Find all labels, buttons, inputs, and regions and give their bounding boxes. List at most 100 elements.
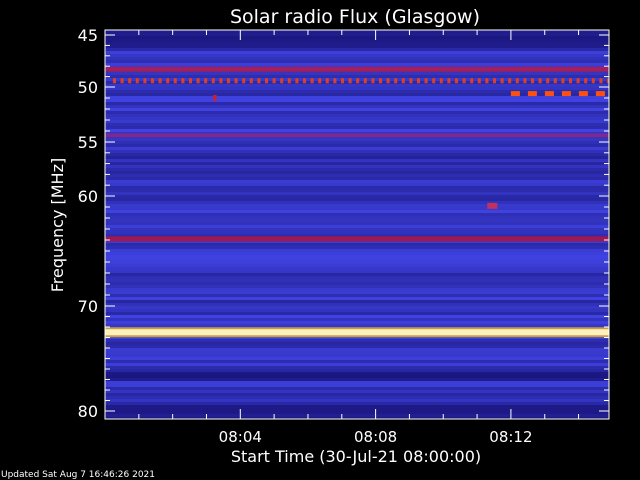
spectrogram-chart: Solar radio Flux (Glasgow) 08:04 08:08 08:… — [48, 6, 610, 466]
spectrogram-row — [105, 225, 609, 228]
spectrogram-row — [105, 294, 609, 297]
spectrogram-row — [105, 399, 609, 402]
spectrogram-row — [105, 126, 609, 129]
spectrogram-row — [105, 303, 609, 306]
spectrogram-row — [105, 210, 609, 213]
emission-pulse — [318, 78, 322, 84]
emission-pulse — [128, 78, 132, 84]
spectrogram-row — [105, 348, 609, 351]
spectrogram-row — [105, 273, 609, 276]
spectrogram-row — [105, 282, 609, 285]
spectrogram-row — [105, 351, 609, 354]
spectrogram-row — [105, 408, 609, 411]
spectrogram-row — [105, 39, 609, 42]
emission-pulse — [113, 78, 116, 84]
emission-pulse — [401, 78, 405, 84]
emission-pulse — [227, 78, 230, 84]
spectrogram-row — [105, 267, 609, 270]
emission-pulse — [310, 78, 314, 84]
spectrogram-row — [105, 120, 609, 123]
spectrogram-row — [105, 369, 609, 372]
emission-pulse — [515, 78, 519, 84]
spectrogram-row — [105, 297, 609, 300]
spectrogram-row — [105, 33, 609, 36]
spectrogram-row — [105, 318, 609, 321]
burst-mark — [578, 91, 588, 97]
updated-timestamp: Updated Sat Aug 7 16:46:26 2021 — [1, 470, 155, 480]
emission-pulse — [257, 78, 261, 84]
spectrogram-row — [105, 186, 609, 189]
spectrogram-row — [105, 222, 609, 225]
emission-pulse — [462, 78, 466, 84]
spectrogram-row — [105, 264, 609, 267]
spectrogram-row — [105, 279, 609, 282]
spectrogram-row — [105, 390, 609, 393]
spectrogram-row — [105, 168, 609, 171]
spectrogram-row — [105, 381, 609, 384]
x-axis-label: Start Time (30-Jul-21 08:00:00) — [231, 447, 481, 466]
emission-pulse — [356, 78, 360, 84]
spectrogram-row — [105, 243, 609, 246]
spectrogram-row — [105, 36, 609, 39]
spectrogram-row — [105, 396, 609, 399]
chart-title: Solar radio Flux (Glasgow) — [230, 6, 480, 28]
emission-pulse — [546, 78, 550, 84]
emission-band — [105, 66, 609, 72]
spectrogram-row — [105, 198, 609, 201]
emission-pulse — [211, 78, 215, 84]
spectrogram-row — [105, 342, 609, 345]
spectrogram-row — [105, 183, 609, 186]
spectrogram-row — [105, 366, 609, 369]
emission-pulse — [287, 78, 291, 84]
spectrogram-row — [105, 195, 609, 198]
spectrogram-row — [105, 258, 609, 261]
emission-pulse — [348, 78, 352, 84]
emission-pulse — [219, 78, 223, 84]
emission-pulse — [166, 78, 170, 84]
emission-pulse — [295, 78, 299, 84]
spectrogram-row — [105, 411, 609, 414]
spectrogram-row — [105, 207, 609, 210]
spectrogram-row — [105, 384, 609, 387]
spectrogram-row — [105, 54, 609, 57]
spectrogram-row — [105, 174, 609, 177]
spectrogram-row — [105, 156, 609, 159]
burst-mark — [527, 91, 537, 97]
spectrogram-row — [105, 249, 609, 252]
spectrogram-row — [105, 96, 609, 99]
emission-pulse — [417, 78, 420, 84]
spectrogram-row — [105, 300, 609, 303]
spectrogram-row — [105, 312, 609, 315]
spectrogram-row — [105, 315, 609, 318]
spectrogram-row — [105, 72, 609, 75]
emission-pulse — [272, 78, 276, 84]
emission-pulse — [409, 78, 413, 84]
y-axis-label: Frequency [MHz] — [48, 158, 67, 292]
spectrogram-row — [105, 363, 609, 366]
spectrogram-row — [105, 51, 609, 54]
emission-pulse — [493, 78, 496, 84]
spectrogram-row — [105, 354, 609, 357]
burst-mark — [510, 91, 520, 97]
spectrogram-row — [105, 45, 609, 48]
emission-pulse — [135, 78, 139, 84]
spectrogram-row — [105, 192, 609, 195]
spectrogram-row — [105, 75, 609, 78]
spectrogram-row — [105, 87, 609, 90]
emission-pulse — [538, 78, 542, 84]
emission-pulse — [196, 78, 200, 84]
spectrogram-row — [105, 177, 609, 180]
spectrogram-row — [105, 219, 609, 222]
burst-mark — [213, 95, 217, 101]
spectrogram-row — [105, 285, 609, 288]
spectrogram-row — [105, 378, 609, 381]
spectrogram-row — [105, 306, 609, 309]
burst-mark — [487, 202, 498, 209]
spectrogram-row — [105, 153, 609, 156]
spectrogram-row — [105, 339, 609, 342]
spectrogram-row — [105, 405, 609, 408]
spectrogram-row — [105, 57, 609, 60]
spectrogram-row — [105, 102, 609, 105]
y-tick-label: 45 — [78, 26, 98, 45]
spectrogram-row — [105, 276, 609, 279]
